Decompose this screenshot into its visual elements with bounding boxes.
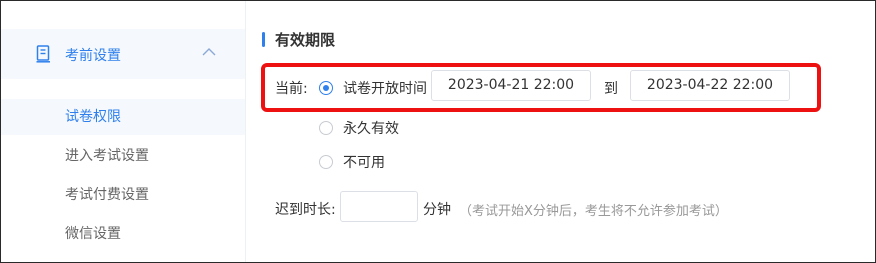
radio-open-time[interactable]	[319, 81, 333, 95]
sidebar-item-exam-payment-settings[interactable]: 考试付费设置	[1, 177, 245, 213]
to-label: 到	[604, 81, 618, 97]
sidebar: 考前设置 试卷权限 进入考试设置 考试付费设置 微信设置	[1, 1, 246, 262]
late-duration-label: 迟到时长:	[275, 202, 336, 218]
start-time-input[interactable]: 2023-04-21 22:00	[431, 70, 591, 101]
section-header: 有效期限	[262, 29, 335, 49]
option-open-time-label[interactable]: 试卷开放时间	[343, 78, 427, 98]
current-label: 当前:	[275, 81, 308, 97]
option-unavailable-label[interactable]: 不可用	[343, 152, 385, 172]
option-permanent-label[interactable]: 永久有效	[343, 118, 399, 138]
sidebar-group-pre-exam-settings[interactable]: 考前设置	[1, 29, 245, 79]
late-duration-input[interactable]	[340, 191, 418, 222]
section-title: 有效期限	[275, 30, 336, 49]
sidebar-item-enter-exam-settings[interactable]: 进入考试设置	[1, 138, 245, 174]
sidebar-group-label: 考前设置	[65, 48, 121, 64]
sidebar-item-paper-permission[interactable]: 试卷权限	[1, 99, 245, 135]
main-content: 有效期限 当前: 试卷开放时间 2023-04-21 22:00 到 2023-…	[246, 1, 875, 262]
section-accent-bar	[262, 31, 265, 47]
late-duration-hint: （考试开始X分钟后，考生将不允许参加考试）	[459, 204, 728, 219]
document-icon	[36, 45, 50, 63]
minutes-unit-label: 分钟	[423, 202, 451, 218]
sidebar-item-wechat-settings[interactable]: 微信设置	[1, 216, 245, 252]
radio-permanent[interactable]	[319, 121, 333, 135]
chevron-up-icon[interactable]	[202, 47, 216, 57]
radio-unavailable[interactable]	[319, 155, 333, 169]
end-time-input[interactable]: 2023-04-22 22:00	[630, 70, 790, 101]
